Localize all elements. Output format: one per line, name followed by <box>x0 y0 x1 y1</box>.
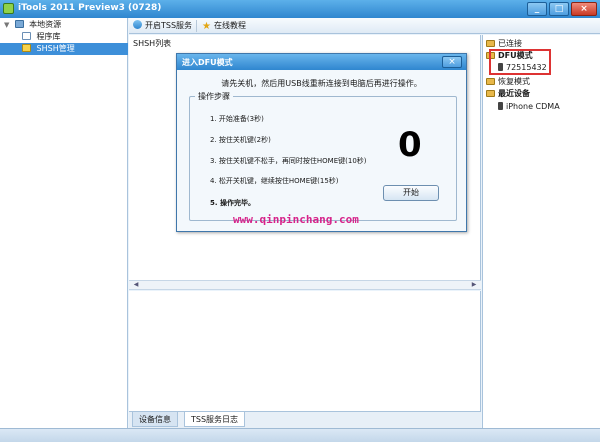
group-connected[interactable]: 已连接 <box>486 38 522 49</box>
start-button[interactable]: 开始 <box>383 185 439 201</box>
group-label: 恢复模式 <box>498 77 530 86</box>
sidebar-item-shsh[interactable]: SHSH管理 <box>0 43 128 55</box>
device-label: iPhone CDMA <box>506 102 560 111</box>
computer-icon <box>14 20 24 28</box>
folder-icon <box>486 78 495 85</box>
sidebar-item-label: SHSH管理 <box>36 44 75 53</box>
sidebar-item-app-library[interactable]: 程序库 <box>22 31 122 43</box>
dialog-instruction: 请先关机，然后用USB线重新连接到电脑后再进行操作。 <box>221 79 422 88</box>
folder-icon <box>486 40 495 47</box>
phone-icon <box>498 102 503 110</box>
sidebar-item-label: 程序库 <box>36 32 61 41</box>
title-bar: iTools 2011 Preview3 (0728) _ □ × <box>0 0 600 18</box>
group-recovery-mode[interactable]: 恢复模式 <box>486 76 530 87</box>
scroll-right-icon[interactable]: ▶ <box>469 281 479 289</box>
device-item-recent[interactable]: iPhone CDMA <box>498 101 560 112</box>
dialog-title: 进入DFU模式 <box>182 58 233 67</box>
sidebar-item-local-resources[interactable]: ▼ 本地资源 <box>4 19 124 31</box>
folder-icon <box>486 90 495 97</box>
steps-legend: 操作步骤 <box>195 91 233 102</box>
maximize-button[interactable]: □ <box>549 2 569 16</box>
dfu-mode-dialog: 进入DFU模式 × 请先关机，然后用USB线重新连接到电脑后再进行操作。 操作步… <box>176 53 467 232</box>
group-label: 已连接 <box>498 39 522 48</box>
minimize-button[interactable]: _ <box>527 2 547 16</box>
step-1: 1. 开始准备(3秒) <box>210 115 264 123</box>
steps-group: 操作步骤 1. 开始准备(3秒) 2. 按住关机键(2秒) 3. 按住关机键不松… <box>189 91 457 221</box>
start-tss-label: 开启TSS服务 <box>145 21 193 30</box>
group-recent-devices[interactable]: 最近设备 <box>486 88 530 99</box>
close-button[interactable]: × <box>571 2 597 16</box>
app-library-icon <box>22 32 31 40</box>
device-panel: 已连接 DFU模式 72515432 恢复模式 最近设备 iPhone CDMA <box>482 35 600 428</box>
online-tutorial-label: 在线教程 <box>213 21 246 30</box>
panel-title: SHSH列表 <box>133 39 172 48</box>
online-tutorial-button[interactable]: ★ 在线教程 <box>202 20 246 32</box>
shsh-icon <box>22 44 31 52</box>
group-label: 最近设备 <box>498 89 530 98</box>
tss-service-icon <box>133 20 142 29</box>
window-title: iTools 2011 Preview3 (0728) <box>18 3 162 13</box>
expand-arrow-icon[interactable]: ▼ <box>4 19 12 31</box>
step-3: 3. 按住关机键不松手，再同时按住HOME键(10秒) <box>210 157 367 165</box>
watermark-text: www.qinpinchang.com <box>233 213 359 226</box>
dialog-title-bar: 进入DFU模式 × <box>177 54 466 70</box>
step-5: 5. 操作完毕。 <box>210 199 255 207</box>
toolbar-separator <box>196 20 197 32</box>
log-panel <box>129 291 481 411</box>
start-tss-button[interactable]: 开启TSS服务 <box>133 20 192 32</box>
step-4: 4. 松开关机键，继续按住HOME键(15秒) <box>210 177 339 185</box>
star-icon: ★ <box>202 21 211 32</box>
sidebar-item-label: 本地资源 <box>29 20 62 29</box>
app-logo-icon <box>3 3 14 14</box>
tab-tss-log[interactable]: TSS服务日志 <box>184 412 246 427</box>
window-controls: _ □ × <box>527 2 597 16</box>
horizontal-scrollbar[interactable]: ◀ ▶ <box>129 280 481 290</box>
status-bar <box>0 428 600 442</box>
bottom-tab-bar: 设备信息 TSS服务日志 <box>129 411 481 428</box>
step-2: 2. 按住关机键(2秒) <box>210 136 271 144</box>
tab-device-info[interactable]: 设备信息 <box>132 412 178 427</box>
scroll-left-icon[interactable]: ◀ <box>131 281 141 289</box>
dialog-close-button[interactable]: × <box>442 56 462 68</box>
sidebar-tree: ▼ 本地资源 程序库 SHSH管理 <box>0 18 128 428</box>
toolbar: 开启TSS服务 ★ 在线教程 <box>129 18 600 34</box>
highlight-box <box>489 49 551 75</box>
countdown-display: 0 <box>398 125 422 165</box>
